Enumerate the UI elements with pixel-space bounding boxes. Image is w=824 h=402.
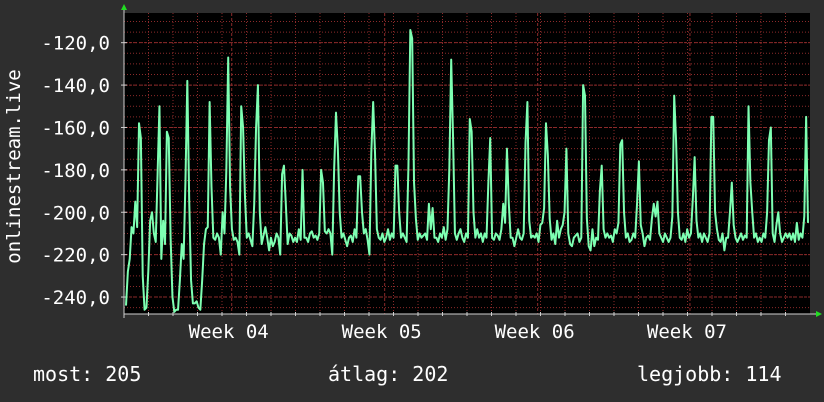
y-tick-label: -160,0 (41, 117, 110, 139)
x-tick-label: Week 05 (342, 321, 422, 343)
y-axis-arrow-icon (121, 4, 127, 10)
x-axis-arrow-icon (816, 311, 822, 317)
stat-average: átlag: 202 (328, 362, 449, 386)
stat-now: most: 205 (33, 362, 142, 386)
x-tick-label: Week 04 (189, 321, 269, 343)
y-tick-label: -140,0 (41, 75, 110, 97)
x-tick-label: Week 06 (495, 321, 575, 343)
y-tick-label: -240,0 (41, 287, 110, 309)
stat-best: legjobb: 114 (637, 362, 782, 386)
stats-row: most: 205 átlag: 202 legjobb: 114 (0, 362, 824, 388)
y-axis-label: onlinestream.live (3, 69, 25, 263)
y-tick-label: -120,0 (41, 33, 110, 55)
y-tick-label: -220,0 (41, 245, 110, 267)
traffic-chart: -120,0 -140,0 -160,0 -180,0 -200,0 -220,0 -240… (3, 4, 822, 343)
x-tick-label: Week 07 (647, 321, 727, 343)
y-tick-label: -180,0 (41, 160, 110, 182)
y-tick-label: -200,0 (41, 202, 110, 224)
